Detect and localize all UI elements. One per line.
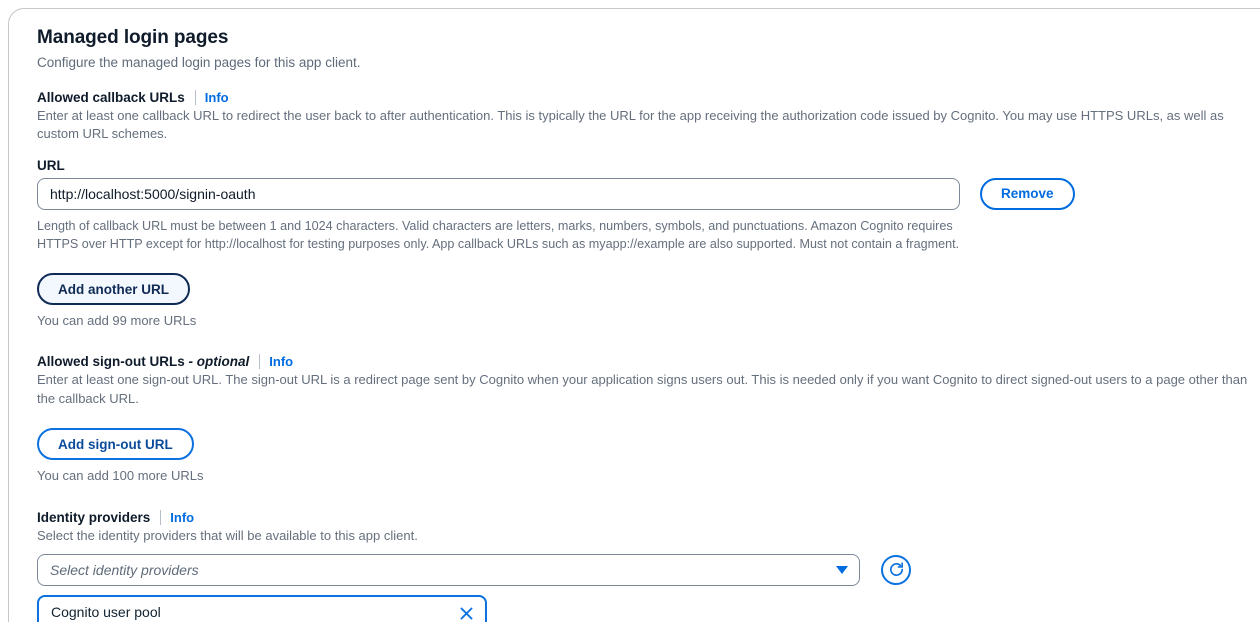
identity-providers-description: Select the identity providers that will … xyxy=(37,528,418,544)
signout-urls-remaining-hint: You can add 100 more URLs xyxy=(37,468,204,484)
allowed-signout-urls-section: Allowed sign-out URLs - optional Info En… xyxy=(37,354,1260,483)
callback-url-constraint-text: Length of callback URL must be between 1… xyxy=(37,218,960,252)
identity-providers-label-row: Identity providers Info xyxy=(37,510,1260,526)
allowed-callback-urls-label: Allowed callback URLs xyxy=(37,90,185,105)
add-another-url-button[interactable]: Add another URL xyxy=(37,273,190,306)
identity-provider-token-title: Cognito user pool xyxy=(51,603,161,620)
allowed-callback-urls-section: Allowed callback URLs Info Enter at leas… xyxy=(37,90,1260,328)
callback-urls-remaining-hint: You can add 99 more URLs xyxy=(37,313,197,329)
signout-label-text: Allowed sign-out URLs xyxy=(37,354,185,370)
allowed-signout-urls-label: Allowed sign-out URLs - optional xyxy=(37,354,249,369)
remove-callback-url-button[interactable]: Remove xyxy=(980,177,1075,210)
identity-providers-section: Identity providers Info Select the ident… xyxy=(37,510,1260,622)
label-divider xyxy=(194,90,196,105)
add-signout-url-button[interactable]: Add sign-out URL xyxy=(37,428,194,461)
allowed-signout-urls-label-row: Allowed sign-out URLs - optional Info xyxy=(37,354,1260,370)
close-icon[interactable] xyxy=(455,603,477,622)
identity-providers-info-link[interactable]: Info xyxy=(170,510,194,525)
label-divider xyxy=(259,354,261,370)
label-divider xyxy=(160,510,162,526)
callback-url-input-row: Remove xyxy=(37,177,1260,210)
signout-label-optional: - optional xyxy=(188,354,250,370)
identity-providers-placeholder: Select identity providers xyxy=(50,561,199,578)
managed-login-pages-screen: Managed login pages Configure the manage… xyxy=(0,0,1260,622)
identity-providers-label: Identity providers xyxy=(37,510,151,526)
identity-providers-select[interactable]: Select identity providers xyxy=(37,553,860,586)
signout-urls-info-link[interactable]: Info xyxy=(269,354,293,369)
refresh-icon[interactable] xyxy=(881,554,911,585)
callback-url-input[interactable] xyxy=(37,177,960,210)
chevron-down-icon[interactable] xyxy=(825,565,859,574)
page-subtitle: Configure the managed login pages for th… xyxy=(37,55,361,70)
managed-login-pages-card: Managed login pages Configure the manage… xyxy=(8,8,1260,622)
callback-urls-info-link[interactable]: Info xyxy=(205,90,229,105)
identity-provider-token[interactable]: Cognito user pool Users can sign in to C… xyxy=(37,594,487,622)
allowed-signout-urls-description: Enter at least one sign-out URL. The sig… xyxy=(37,372,1248,406)
identity-providers-select-row: Select identity providers xyxy=(37,553,1260,586)
url-field-label: URL xyxy=(37,157,65,173)
page-title: Managed login pages xyxy=(37,27,229,48)
allowed-callback-urls-description: Enter at least one callback URL to redir… xyxy=(37,108,1224,142)
allowed-callback-urls-label-row: Allowed callback URLs Info xyxy=(37,90,1260,105)
